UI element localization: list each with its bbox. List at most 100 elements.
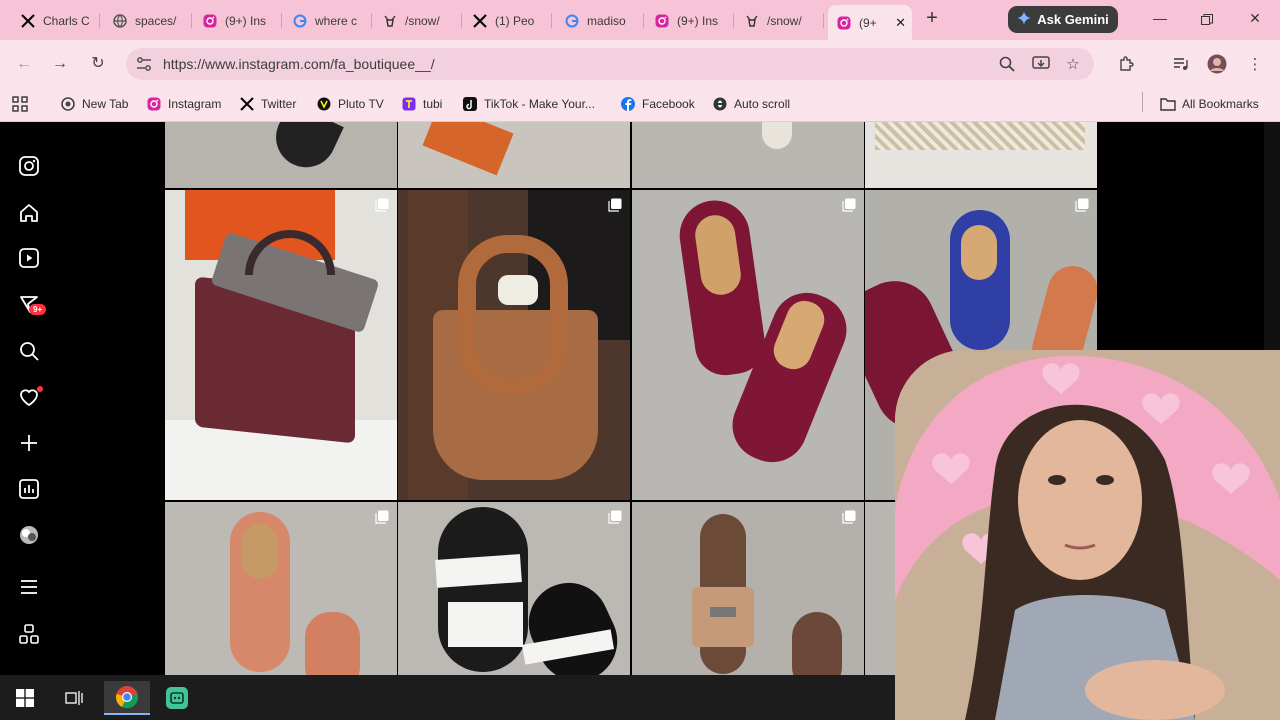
post-burgundy-handbag[interactable] xyxy=(165,190,397,500)
post-shoe-box[interactable] xyxy=(398,122,630,188)
post-shoe-white[interactable] xyxy=(632,122,864,188)
chrome-menu-icon[interactable]: ⋮ xyxy=(1245,54,1265,74)
tab-strip: Charls C spaces/ (9+) Ins where c/snow/ (1) … xyxy=(0,0,1280,40)
bookmark-item[interactable]: tubi xyxy=(401,94,442,114)
apps-grid-icon[interactable] xyxy=(12,94,28,114)
post-black-white-sandal[interactable] xyxy=(398,502,630,675)
browser-tab[interactable]: madiso xyxy=(556,7,644,34)
post-burgundy-loafers[interactable] xyxy=(632,190,864,500)
minimize-icon[interactable]: — xyxy=(1150,10,1170,30)
notification-badge: 9+ xyxy=(29,304,47,315)
reload-icon[interactable]: ↻ xyxy=(88,54,108,74)
instagram-icon xyxy=(654,13,670,29)
google-icon xyxy=(564,13,580,29)
tab-title: madiso xyxy=(587,13,626,28)
ask-gemini-label: Ask Gemini xyxy=(1037,12,1109,27)
multiple-photos-icon xyxy=(375,510,389,524)
streaming-app-icon[interactable] xyxy=(160,681,194,715)
activity-dot xyxy=(37,386,43,392)
bookmark-label: Pluto TV xyxy=(338,97,384,111)
extensions-icon[interactable] xyxy=(1116,54,1136,74)
post-partial[interactable] xyxy=(865,502,895,675)
gemini-icon xyxy=(1017,11,1032,28)
browser-tab[interactable]: spaces/ xyxy=(104,7,192,34)
forward-icon[interactable]: → xyxy=(50,54,70,74)
windows-start-icon[interactable] xyxy=(10,681,40,715)
folder-icon xyxy=(1160,96,1176,112)
tab-title: spaces/ xyxy=(135,13,177,28)
google-icon xyxy=(292,13,308,29)
tab-separator xyxy=(823,13,824,28)
bookmark-item[interactable]: Pluto TV xyxy=(316,94,384,114)
instagram-logo-icon[interactable] xyxy=(17,154,41,178)
browser-tab[interactable]: (1) Peo xyxy=(464,7,552,34)
post-tan-tote[interactable] xyxy=(398,190,630,500)
bookmark-item[interactable]: Twitter xyxy=(239,94,296,114)
close-tab-icon[interactable]: ✕ xyxy=(895,15,906,31)
tab-separator xyxy=(371,13,372,28)
browser-tab[interactable]: (9+) Ins xyxy=(646,7,734,34)
restore-icon[interactable] xyxy=(1197,10,1217,30)
browser-tab[interactable]: /snow/ xyxy=(736,7,824,34)
dashboard-icon[interactable] xyxy=(17,477,41,501)
bookmark-item[interactable]: Instagram xyxy=(146,94,221,114)
menu-icon[interactable] xyxy=(17,575,41,599)
tab-title: (9+ xyxy=(859,15,877,30)
bookmark-star-icon[interactable]: ☆ xyxy=(1063,54,1083,74)
site-settings-icon[interactable] xyxy=(135,55,153,73)
browser-tab[interactable]: /snow/ xyxy=(374,7,462,34)
pluto-icon xyxy=(316,96,332,112)
all-bookmarks-button[interactable]: All Bookmarks xyxy=(1160,94,1259,114)
bookmark-item[interactable]: TikTok - Make Your... xyxy=(462,94,595,114)
close-window-icon[interactable]: ✕ xyxy=(1245,10,1265,30)
webcam-overlay xyxy=(895,350,1280,720)
new-tab-button[interactable]: + xyxy=(922,8,942,29)
post-patterned-item[interactable] xyxy=(865,122,1097,188)
instagram-icon xyxy=(146,96,162,112)
browser-tab[interactable]: where c xyxy=(284,7,372,34)
profile-avatar[interactable] xyxy=(17,523,41,547)
globe-icon xyxy=(112,13,128,29)
x-icon xyxy=(472,13,488,29)
tubi-icon xyxy=(401,96,417,112)
search-icon[interactable] xyxy=(17,339,41,363)
x-icon xyxy=(239,96,255,112)
post-salmon-loafer[interactable] xyxy=(165,502,397,675)
dog-icon xyxy=(744,13,760,29)
multiple-photos-icon xyxy=(375,198,389,212)
post-shoe-dark[interactable] xyxy=(165,122,397,188)
more-icon[interactable] xyxy=(17,622,41,646)
tab-separator xyxy=(551,13,552,28)
tab-separator xyxy=(461,13,462,28)
install-app-icon[interactable] xyxy=(1031,54,1051,74)
media-control-icon[interactable] xyxy=(1171,54,1191,74)
zoom-icon[interactable] xyxy=(997,54,1017,74)
post-tan-sandal[interactable] xyxy=(632,502,864,675)
reels-icon[interactable] xyxy=(17,246,41,270)
multiple-photos-icon xyxy=(1075,198,1089,212)
bookmark-label: tubi xyxy=(423,97,443,111)
bookmark-item[interactable]: Facebook xyxy=(620,94,695,114)
tab-separator xyxy=(99,13,100,28)
profile-avatar-icon[interactable] xyxy=(1207,54,1227,74)
instagram-icon xyxy=(202,13,218,29)
browser-tab[interactable]: (9+ ✕ xyxy=(828,5,912,40)
bookmark-label: TikTok - Make Your... xyxy=(484,97,595,111)
bookmark-item[interactable]: Auto scroll xyxy=(712,94,790,114)
tab-separator xyxy=(281,13,282,28)
bookmark-label: Auto scroll xyxy=(734,97,791,111)
ask-gemini-button[interactable]: Ask Gemini xyxy=(1008,6,1118,33)
url-text[interactable]: https://www.instagram.com/fa_boutiquee__… xyxy=(163,56,435,72)
create-icon[interactable] xyxy=(17,431,41,455)
bookmark-item[interactable]: New Tab xyxy=(60,94,128,114)
task-view-icon[interactable] xyxy=(58,681,90,715)
instagram-icon xyxy=(836,15,852,31)
facebook-icon xyxy=(620,96,636,112)
browser-tab[interactable]: (9+) Ins xyxy=(194,7,282,34)
browser-tab[interactable]: Charls C xyxy=(12,7,100,34)
home-icon[interactable] xyxy=(17,201,41,225)
chrome-taskbar-icon[interactable] xyxy=(104,681,150,715)
bookmarks-bar: New Tab Instagram Twitter Pluto TV tubi TikTo… xyxy=(0,88,1280,122)
instagram-sidebar: 9+ xyxy=(0,122,58,675)
back-icon[interactable]: ← xyxy=(14,54,34,74)
